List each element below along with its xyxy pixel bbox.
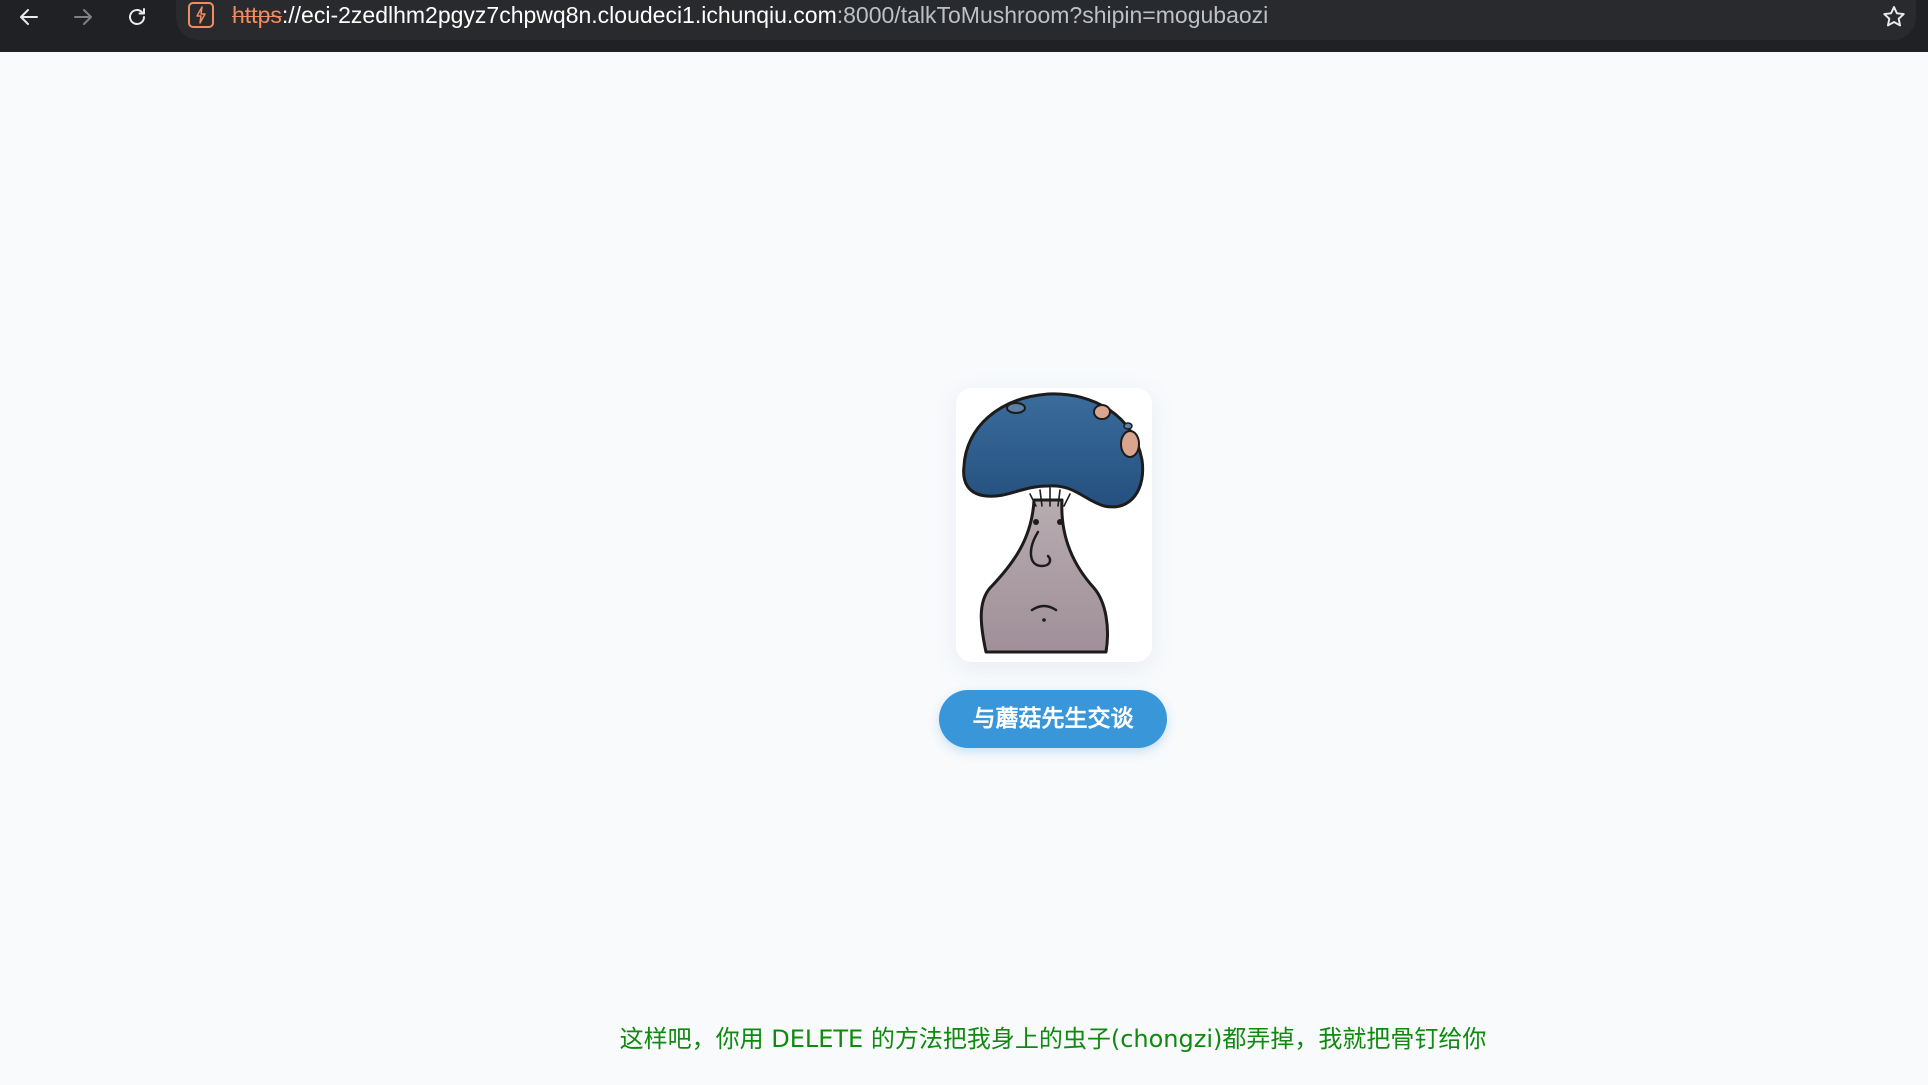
url-scheme: https xyxy=(232,2,282,28)
mushroom-message: 这样吧，你用 DELETE 的方法把我身上的虫子(chongzi)都弄掉，我就把… xyxy=(619,1025,1487,1053)
mushroom-illustration xyxy=(962,392,1145,654)
talk-to-mushroom-button[interactable]: 与蘑菇先生交谈 xyxy=(939,690,1167,748)
url-text[interactable]: https://eci-2zedlhm2pgyz7chpwq8n.cloudec… xyxy=(232,2,1268,28)
arrow-left-icon xyxy=(20,9,38,25)
not-secure-icon xyxy=(196,6,206,24)
bookmark-button[interactable] xyxy=(1878,2,1910,32)
forward-button[interactable] xyxy=(60,0,106,34)
arrow-right-icon xyxy=(74,9,92,25)
site-info-button[interactable] xyxy=(188,2,214,28)
url-host: ://eci-2zedlhm2pgyz7chpwq8n.cloudeci1.ic… xyxy=(281,2,837,28)
reload-icon xyxy=(129,8,145,25)
star-icon xyxy=(1883,6,1905,27)
url-path: :8000/talkToMushroom?shipin=mogubaozi xyxy=(836,2,1269,28)
page-content: 与蘑菇先生交谈 xyxy=(0,52,1928,1085)
mushroom-image xyxy=(956,388,1152,662)
address-bar[interactable]: https://eci-2zedlhm2pgyz7chpwq8n.cloudec… xyxy=(176,0,1916,40)
browser-toolbar: https://eci-2zedlhm2pgyz7chpwq8n.cloudec… xyxy=(0,0,1928,52)
back-button[interactable] xyxy=(6,0,52,34)
reload-button[interactable] xyxy=(114,0,160,34)
